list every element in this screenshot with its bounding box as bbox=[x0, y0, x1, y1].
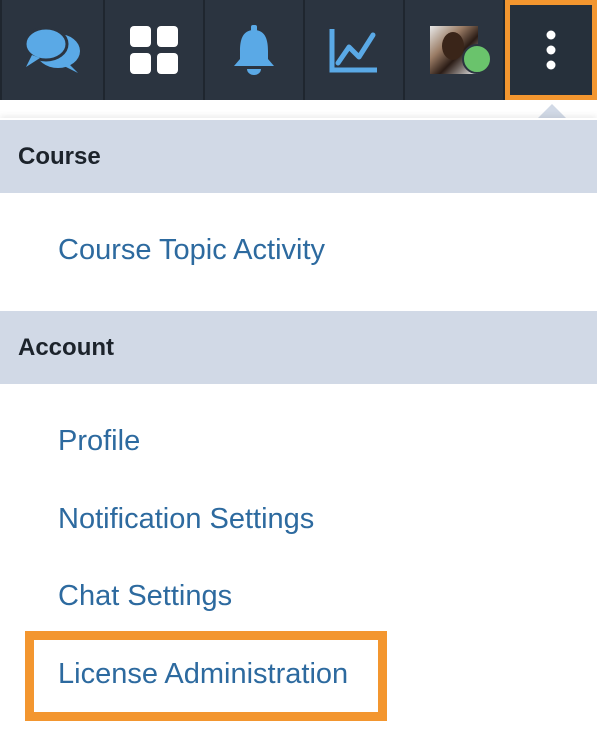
menu-item-course-topic-activity[interactable]: Course Topic Activity bbox=[58, 234, 325, 267]
menu-item-profile[interactable]: Profile bbox=[58, 425, 140, 458]
top-toolbar bbox=[0, 0, 597, 100]
chat-button[interactable] bbox=[0, 0, 105, 100]
grid-icon bbox=[130, 26, 178, 74]
license-administration-highlight bbox=[25, 631, 387, 721]
online-status-dot bbox=[462, 44, 492, 74]
chat-bubbles-icon bbox=[23, 26, 80, 73]
menu-item-chat-settings[interactable]: Chat Settings bbox=[58, 580, 232, 613]
section-header-account: Account bbox=[0, 311, 597, 384]
notifications-button[interactable] bbox=[205, 0, 305, 100]
activity-button[interactable] bbox=[305, 0, 405, 100]
dropdown-caret bbox=[538, 104, 566, 118]
profile-button[interactable] bbox=[405, 0, 505, 100]
bell-icon bbox=[234, 25, 274, 75]
avatar bbox=[430, 26, 492, 74]
section-header-course: Course bbox=[0, 120, 597, 193]
vertical-ellipsis-icon bbox=[546, 30, 556, 70]
menu-item-notification-settings[interactable]: Notification Settings bbox=[58, 503, 314, 536]
line-chart-icon bbox=[329, 29, 377, 73]
more-menu-button[interactable] bbox=[505, 0, 597, 100]
apps-button[interactable] bbox=[105, 0, 205, 100]
